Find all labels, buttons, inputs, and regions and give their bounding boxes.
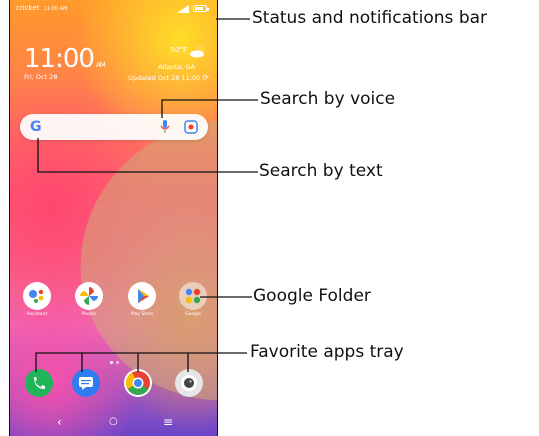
callout-favorite-apps-tray: Favorite apps tray [250,342,404,362]
callout-search-by-text: Search by text [259,161,383,181]
callout-lines [35,18,258,372]
callout-status-bar: Status and notifications bar [252,8,488,28]
callout-search-by-voice: Search by voice [260,89,396,109]
callout-google-folder: Google Folder [253,286,371,306]
